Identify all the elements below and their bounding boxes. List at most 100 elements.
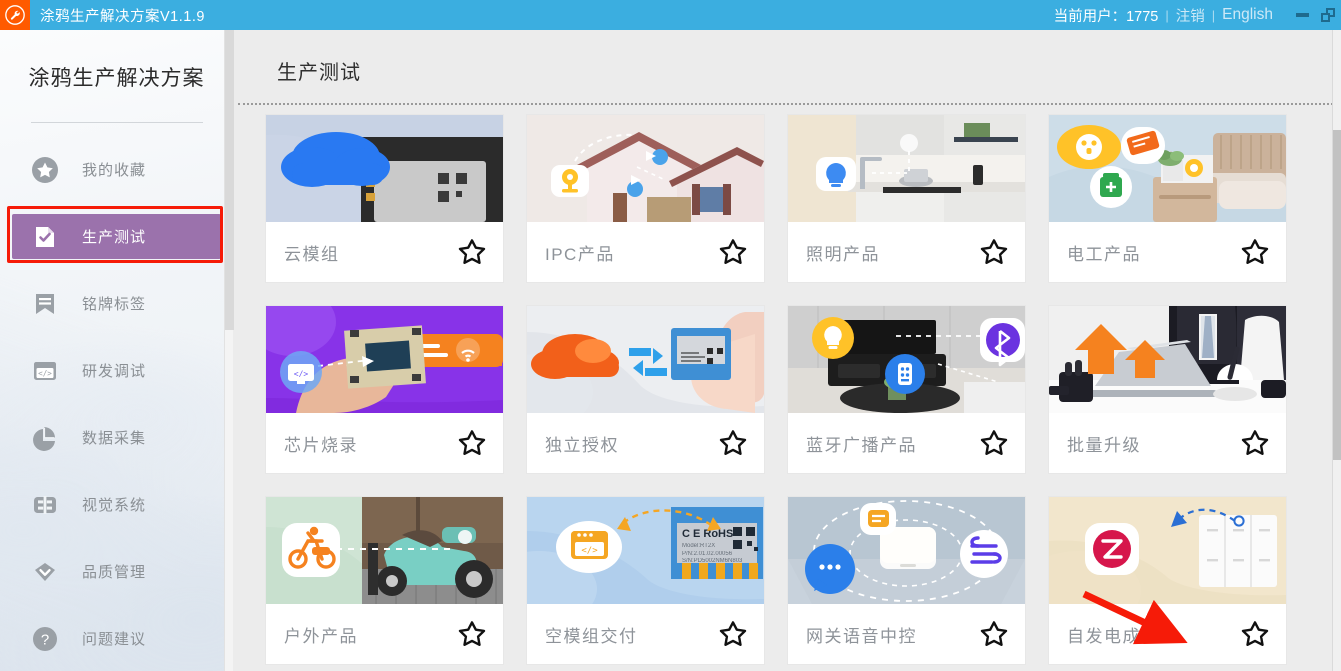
logout-link[interactable]: 注销 xyxy=(1176,5,1205,26)
product-card[interactable]: 独立授权 xyxy=(527,306,764,473)
product-card[interactable]: 照明产品 xyxy=(788,115,1025,282)
product-card[interactable]: C E RoHS Model:RT2X P/N:2.01.02.00056 S/… xyxy=(527,497,764,664)
star-outline-icon[interactable] xyxy=(457,238,487,267)
scan-frame-icon xyxy=(30,490,60,520)
card-image-chip-burn: </> xyxy=(266,306,503,413)
sidebar-item-label: 研发调试 xyxy=(82,363,147,380)
product-card[interactable]: 自发电成品 xyxy=(1049,497,1286,664)
star-outline-icon[interactable] xyxy=(1240,620,1270,649)
card-label: 网关语音中控 xyxy=(806,626,917,646)
star-outline-icon[interactable] xyxy=(718,620,748,649)
sidebar-item-label: 生产测试 xyxy=(82,229,147,246)
star-outline-icon[interactable] xyxy=(979,238,1009,267)
card-footer: IPC产品 xyxy=(527,222,764,282)
product-card[interactable]: IPC产品 xyxy=(527,115,764,282)
card-label: 芯片烧录 xyxy=(284,435,358,455)
svg-text:</>: </> xyxy=(294,370,309,379)
product-card[interactable]: </> 芯片烧录 xyxy=(266,306,503,473)
title-bar: 涂鸦生产解决方案V1.1.9 当前用户：1775 | 注销 | English xyxy=(0,0,1341,30)
product-card[interactable]: 蓝牙广播产品 xyxy=(788,306,1025,473)
card-image-bluetooth-living xyxy=(788,306,1025,413)
sidebar-item-6[interactable]: 视觉系统 xyxy=(12,482,221,527)
test-document-icon xyxy=(30,222,60,252)
separator-1: | xyxy=(1165,7,1169,23)
star-outline-icon[interactable] xyxy=(718,429,748,458)
product-card[interactable]: 网关语音中控 xyxy=(788,497,1025,664)
card-footer: 自发电成品 xyxy=(1049,604,1286,664)
card-image-cloud-module xyxy=(266,115,503,222)
card-image-blank-module: C E RoHS Model:RT2X P/N:2.01.02.00056 S/… xyxy=(527,497,764,604)
main-content: 生产测试 云模组 IPC产品 照明产品 电工产品 </> 芯片烧录 独立授权 蓝… xyxy=(233,30,1341,671)
card-grid-scroll-area: 云模组 IPC产品 照明产品 电工产品 </> 芯片烧录 独立授权 蓝牙广播产品… xyxy=(233,105,1341,671)
product-card-grid: 云模组 IPC产品 照明产品 电工产品 </> 芯片烧录 独立授权 蓝牙广播产品… xyxy=(266,115,1341,664)
card-label: IPC产品 xyxy=(545,244,615,264)
titlebar-right-group: 当前用户：1775 | 注销 | English xyxy=(1054,0,1341,30)
card-label: 户外产品 xyxy=(284,626,358,646)
sidebar-scrollbar-thumb[interactable] xyxy=(225,30,234,330)
sidebar-title: 涂鸦生产解决方案 xyxy=(28,67,205,90)
card-label: 批量升级 xyxy=(1067,435,1141,455)
star-circle-icon xyxy=(30,155,60,185)
star-outline-icon[interactable] xyxy=(718,238,748,267)
sidebar-item-5[interactable]: 数据采集 xyxy=(12,415,221,460)
card-label: 自发电成品 xyxy=(1067,626,1160,646)
sidebar: 涂鸦生产解决方案 我的收藏 生产测试 铭牌标签 </> 研发调试 数据采集 视觉… xyxy=(0,30,233,671)
star-outline-icon[interactable] xyxy=(1240,429,1270,458)
product-card[interactable]: 户外产品 xyxy=(266,497,503,664)
card-image-electrical-bedroom xyxy=(1049,115,1286,222)
main-scrollbar[interactable] xyxy=(1332,30,1341,671)
card-label: 独立授权 xyxy=(545,435,619,455)
restore-icon[interactable] xyxy=(1315,0,1341,30)
product-card[interactable]: 云模组 xyxy=(266,115,503,282)
sidebar-divider xyxy=(30,122,203,123)
product-card[interactable]: 批量升级 xyxy=(1049,306,1286,473)
sidebar-item-label: 视觉系统 xyxy=(82,497,147,514)
sidebar-item-label: 问题建议 xyxy=(82,631,147,648)
card-label: 蓝牙广播产品 xyxy=(806,435,917,455)
window-title: 涂鸦生产解决方案V1.1.9 xyxy=(40,8,205,25)
svg-text:</>: </> xyxy=(581,546,598,556)
sidebar-item-2[interactable]: 生产测试 xyxy=(12,214,221,259)
sidebar-item-label: 品质管理 xyxy=(82,564,147,581)
application-window: 涂鸦智能-1775涂鸦智能-1775涂鸦智能-1775涂鸦智能-1775涂鸦智能… xyxy=(0,0,1341,671)
sidebar-item-8[interactable]: ? 问题建议 xyxy=(12,616,221,661)
svg-text:?: ? xyxy=(41,631,49,648)
card-image-standalone-auth xyxy=(527,306,764,413)
card-image-self-power-switch xyxy=(1049,497,1286,604)
card-footer: 芯片烧录 xyxy=(266,413,503,473)
label-tag-icon xyxy=(30,289,60,319)
star-outline-icon[interactable] xyxy=(457,429,487,458)
wrench-icon xyxy=(0,0,30,30)
card-footer: 独立授权 xyxy=(527,413,764,473)
minimize-icon[interactable] xyxy=(1289,0,1315,30)
separator-2: | xyxy=(1211,7,1216,23)
pie-chart-icon xyxy=(30,423,60,453)
sidebar-scrollbar[interactable] xyxy=(224,30,234,671)
sidebar-item-1[interactable]: 我的收藏 xyxy=(12,147,221,192)
sidebar-item-label: 铭牌标签 xyxy=(82,296,147,313)
main-scrollbar-thumb[interactable] xyxy=(1333,130,1341,460)
star-outline-icon[interactable] xyxy=(979,429,1009,458)
sidebar-item-4[interactable]: </> 研发调试 xyxy=(12,348,221,393)
language-link[interactable]: English xyxy=(1222,6,1273,24)
main-header: 生产测试 xyxy=(233,30,1341,103)
sidebar-item-7[interactable]: 品质管理 xyxy=(12,549,221,594)
svg-text:P/N:2.01.02.00056: P/N:2.01.02.00056 xyxy=(682,551,733,557)
page-title: 生产测试 xyxy=(277,62,361,84)
question-circle-icon: ? xyxy=(30,624,60,654)
product-card[interactable]: 电工产品 xyxy=(1049,115,1286,282)
card-footer: 户外产品 xyxy=(266,604,503,664)
card-image-ipc-house xyxy=(527,115,764,222)
sidebar-item-label: 数据采集 xyxy=(82,430,147,447)
sidebar-item-3[interactable]: 铭牌标签 xyxy=(12,281,221,326)
card-footer: 云模组 xyxy=(266,222,503,282)
star-outline-icon[interactable] xyxy=(1240,238,1270,267)
star-outline-icon[interactable] xyxy=(979,620,1009,649)
card-footer: 照明产品 xyxy=(788,222,1025,282)
diamond-check-icon xyxy=(30,557,60,587)
star-outline-icon[interactable] xyxy=(457,620,487,649)
card-footer: 网关语音中控 xyxy=(788,604,1025,664)
card-image-outdoor-scooter xyxy=(266,497,503,604)
current-user-label: 当前用户：1775 xyxy=(1053,8,1159,25)
card-label: 空模组交付 xyxy=(545,626,638,646)
